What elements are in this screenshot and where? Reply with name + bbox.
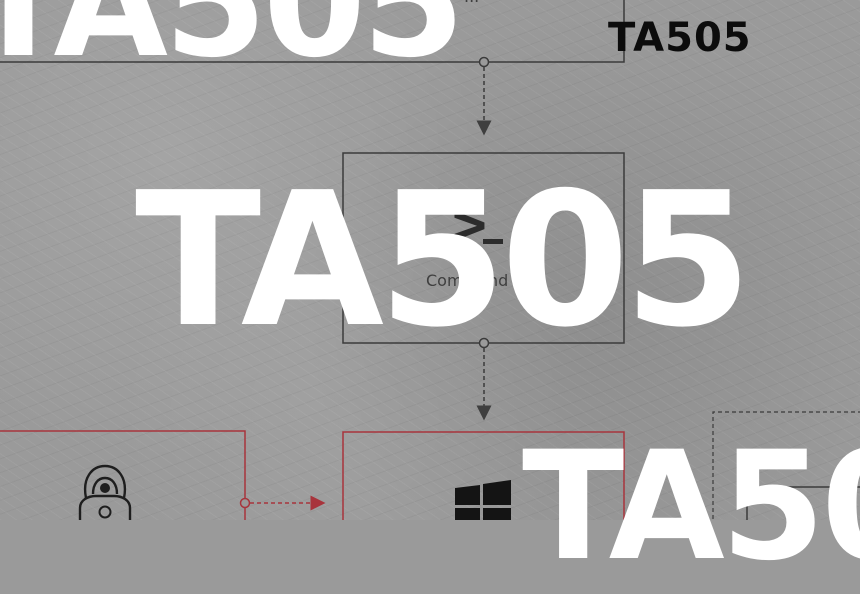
hooded-hacker-icon bbox=[78, 464, 132, 520]
watermark-bottom-right: TA505 bbox=[522, 420, 860, 594]
ta505-logo: TA505 bbox=[608, 15, 752, 61]
top-node-label-fragment: ... bbox=[464, 0, 479, 6]
windows-logo-icon bbox=[455, 480, 511, 520]
watermark-center: TA505 bbox=[135, 152, 752, 368]
connector-top-to-command bbox=[476, 56, 492, 136]
connector-actor-to-windows bbox=[239, 495, 326, 511]
watermark-top-left: TA505 bbox=[0, 0, 465, 90]
